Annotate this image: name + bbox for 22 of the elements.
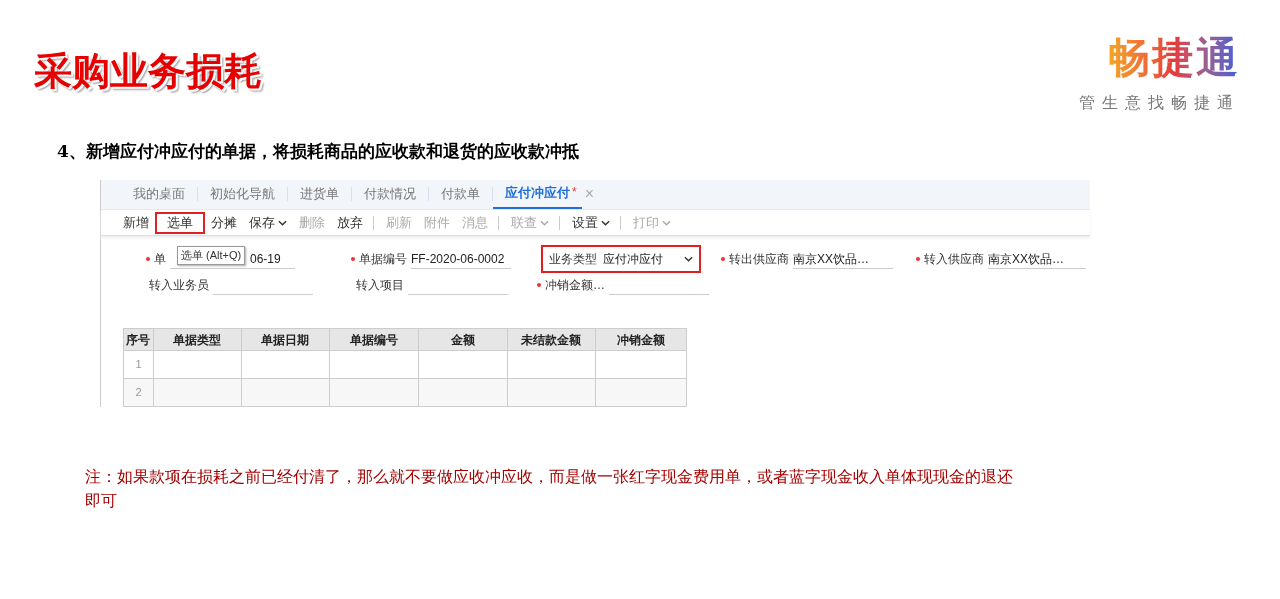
brand-slogan: 管生意找畅捷通 (1079, 92, 1240, 113)
field-label: 转出供应商 (729, 251, 789, 268)
field-label: 单 (154, 251, 166, 268)
column-header: 序号 (124, 329, 154, 350)
column-header: 未结款金额 (507, 329, 597, 350)
field-label: 单据编号 (359, 251, 407, 268)
column-header: 金额 (418, 329, 508, 350)
tooltip: 选单 (Alt+Q) (177, 246, 246, 265)
slide-title: 采购业务损耗 (34, 49, 262, 94)
field-label: 转入业务员 (149, 277, 209, 294)
column-header: 单据日期 (241, 329, 331, 350)
column-header: 冲销金额 (616, 331, 667, 349)
column-header: 单据类型 (153, 329, 242, 350)
row-number: 2 (124, 379, 154, 406)
modified-mark: * (572, 184, 577, 201)
step-instruction: 4、新增应付冲应付的单据，将损耗商品的应收款和退货的应收款冲抵 (57, 139, 580, 163)
field-label: 转入供应商 (923, 251, 984, 268)
row-number: 1 (124, 351, 154, 378)
field-label: 转入项目 (356, 277, 404, 294)
field-label: 冲销金额… (545, 277, 605, 294)
column-header: 单据编号 (330, 329, 419, 350)
note-text: 注：如果款项在损耗之前已经付清了，那么就不要做应收冲应收，而是做一张红字现金费用单，或者蓝字现金收入单体现现金的退还即可 (85, 466, 1014, 512)
